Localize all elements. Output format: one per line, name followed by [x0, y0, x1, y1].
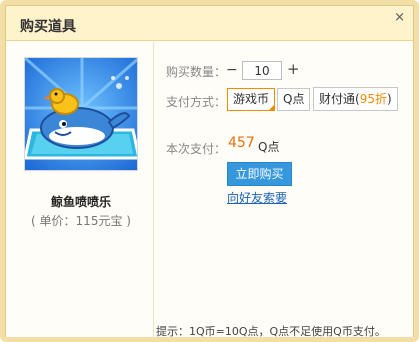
divider: [153, 42, 154, 337]
pay-option-tenpay[interactable]: 财付通(95折): [313, 87, 398, 111]
decrease-quantity-button[interactable]: −: [226, 62, 238, 78]
payment-method-label: 支付方式：: [166, 95, 227, 109]
dialog-titlebar[interactable]: 购买道具 ×: [6, 6, 413, 41]
item-price: ( 单价：115元宝 ): [31, 214, 131, 228]
purchase-form: 购买数量： − + 支付方式： 游戏币 Q点 财付通(95折) 本次支付： 45…: [166, 60, 406, 210]
total-amount: 457: [228, 135, 255, 151]
pay-option-game-coin[interactable]: 游戏币: [227, 88, 276, 111]
total-label: 本次支付：: [166, 142, 227, 156]
ask-friend-link[interactable]: 向好友索要: [227, 189, 287, 206]
selected-corner-icon: [268, 104, 276, 111]
pay-option-label: 游戏币: [233, 92, 270, 106]
item-preview: 鲸鱼喷喷乐 ( 单价：115元宝 ): [16, 53, 146, 323]
tip-text: 提示：1Q币=10Q点，Q点不足使用Q币支付。: [156, 325, 386, 338]
discount-label: 95折: [359, 92, 387, 106]
pay-option-label-suffix: ): [386, 92, 392, 106]
whale-duck-image: [24, 57, 138, 171]
quantity-label: 购买数量：: [166, 65, 227, 79]
close-icon[interactable]: ×: [394, 10, 405, 25]
purchase-dialog: 购买道具 × 鲸鱼喷喷乐 (单价：115元宝) 购买数量： − 10 + 支…: [0, 0, 419, 342]
dialog-title: 购买道具: [20, 19, 76, 35]
pay-option-label: 财付通(: [319, 92, 360, 106]
pay-option-qpoint[interactable]: Q点: [277, 88, 311, 111]
dialog-panel: 购买道具 × 鲸鱼喷喷乐 (单价：115元宝) 购买数量： − 10 + 支…: [5, 5, 414, 338]
item-name: 鲸鱼喷喷乐: [50, 195, 111, 209]
increase-quantity-button[interactable]: +: [287, 60, 300, 78]
total-unit: Q点: [258, 140, 280, 154]
buy-now-button[interactable]: 立即购买: [227, 162, 292, 186]
pay-option-label: Q点: [283, 92, 305, 106]
dialog-body: 鲸鱼喷喷乐 ( 单价：115元宝 ) 购买数量： − + 支付方式： 游戏币 Q…: [6, 42, 413, 338]
quantity-input[interactable]: [242, 61, 282, 80]
